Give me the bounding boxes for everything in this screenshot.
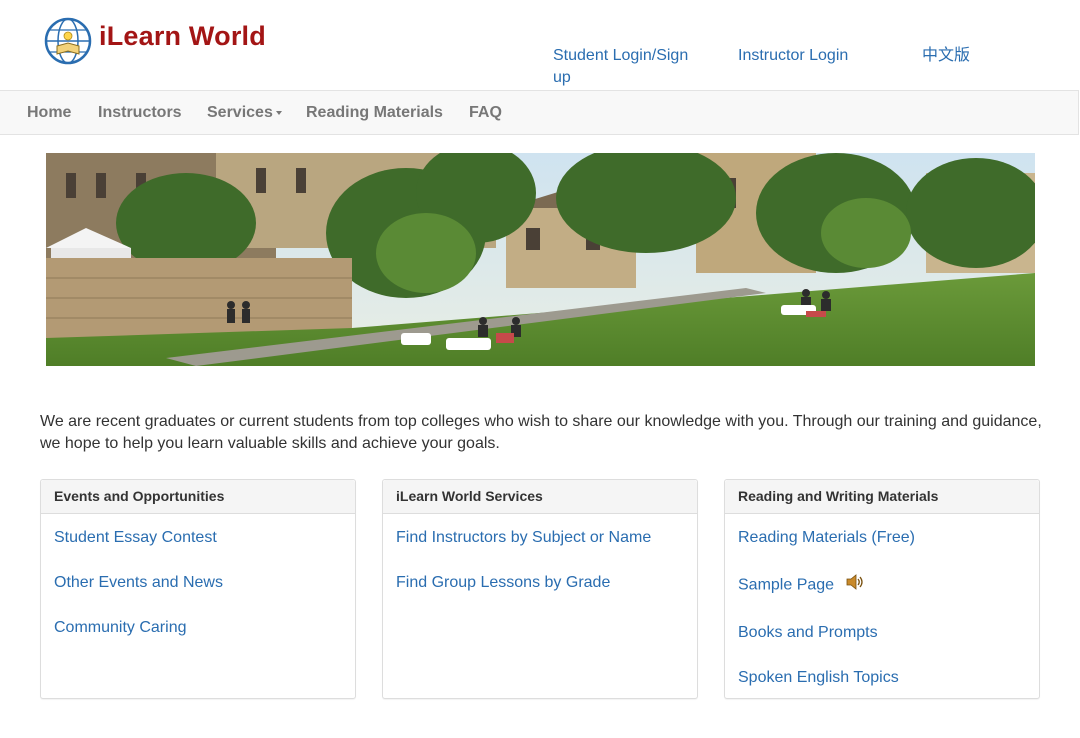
globe-logo-icon[interactable] [43, 16, 93, 66]
nav-reading-materials[interactable]: Reading Materials [306, 91, 443, 134]
nav-services-dropdown[interactable]: Services [207, 91, 282, 134]
intro-paragraph: We are recent graduates or current stude… [40, 413, 1042, 452]
find-group-lessons-link[interactable]: Find Group Lessons by Grade [396, 572, 697, 594]
student-essay-contest-link[interactable]: Student Essay Contest [54, 527, 355, 549]
site-header: iLearn World Student Login/Sign up Instr… [0, 0, 1080, 90]
other-events-news-link[interactable]: Other Events and News [54, 572, 355, 594]
books-prompts-link[interactable]: Books and Prompts [738, 622, 1039, 644]
nav-faq[interactable]: FAQ [469, 91, 502, 134]
student-login-link[interactable]: Student Login/Sign up [553, 45, 703, 89]
campus-banner-image [46, 153, 1035, 366]
brand-name[interactable]: iLearn World [99, 21, 266, 52]
panel-services: iLearn World Services Find Instructors b… [382, 479, 698, 699]
nav-home[interactable]: Home [27, 91, 71, 134]
community-caring-link[interactable]: Community Caring [54, 617, 355, 639]
instructor-login-link[interactable]: Instructor Login [738, 45, 848, 67]
find-instructors-link[interactable]: Find Instructors by Subject or Name [396, 527, 697, 549]
panel-reading: Reading and Writing Materials Reading Ma… [724, 479, 1040, 699]
nav-services-label: Services [207, 104, 273, 121]
panel-services-title: iLearn World Services [383, 480, 697, 514]
panel-events-title: Events and Opportunities [41, 480, 355, 514]
panel-reading-title: Reading and Writing Materials [725, 480, 1039, 514]
speaker-audio-icon[interactable] [845, 572, 865, 599]
panel-events: Events and Opportunities Student Essay C… [40, 479, 356, 699]
chinese-version-link[interactable]: 中文版 [922, 45, 970, 67]
caret-down-icon [275, 110, 282, 115]
sample-page-link[interactable]: Sample Page [738, 577, 834, 594]
reading-materials-free-link[interactable]: Reading Materials (Free) [738, 527, 1039, 549]
nav-instructors[interactable]: Instructors [98, 91, 182, 134]
sample-page-row: Sample Page [738, 572, 1039, 599]
spoken-english-topics-link[interactable]: Spoken English Topics [738, 667, 1039, 689]
main-navbar: Home Instructors Services Reading Materi… [0, 90, 1079, 135]
